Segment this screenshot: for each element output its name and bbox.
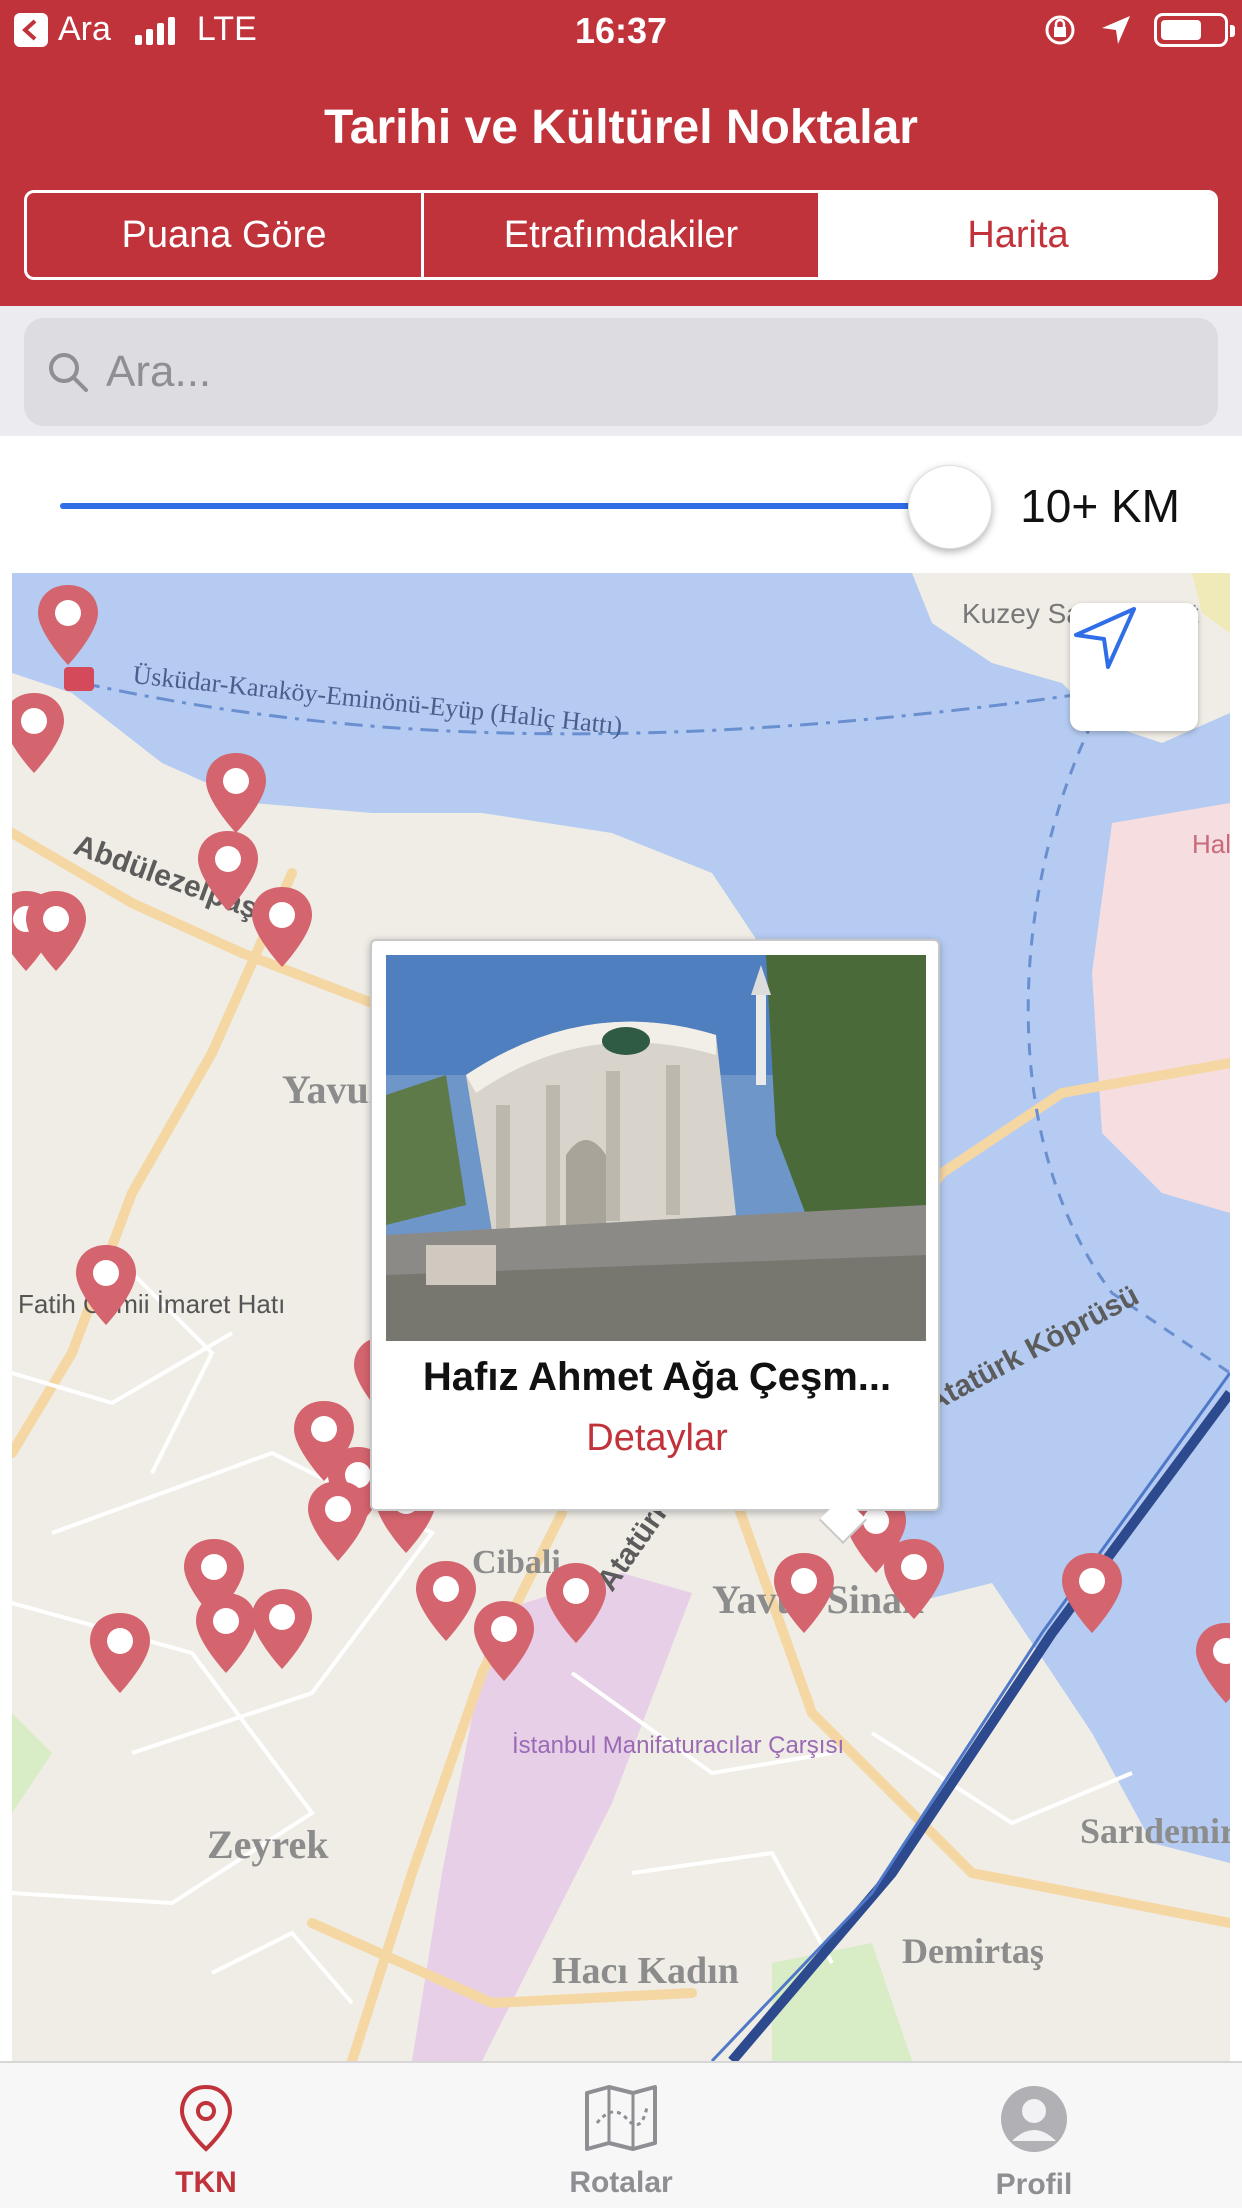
tab-bar: TKN Rotalar Profil xyxy=(0,2061,1242,2208)
map-pin-marker[interactable] xyxy=(22,887,90,975)
rotation-lock-icon xyxy=(1045,15,1075,45)
tab-harita[interactable]: Harita xyxy=(818,193,1215,277)
map-label-haci-kadin: Hacı Kadın xyxy=(552,1950,739,1992)
tab-etrafimdakiler[interactable]: Etrafımdakiler xyxy=(421,193,818,277)
battery-icon xyxy=(1154,13,1235,47)
map-label-demirtas: Demirtaş xyxy=(902,1931,1044,1971)
map-label-zeyrek: Zeyrek xyxy=(207,1822,329,1867)
map-pin-marker[interactable] xyxy=(248,883,316,971)
tab-profil-label: Profil xyxy=(995,2168,1073,2201)
map-label-halic-tersane: Haliç Tersane xyxy=(1192,829,1230,859)
tab-rotalar-label: Rotalar xyxy=(569,2166,673,2199)
tab-tkn-label: TKN xyxy=(175,2166,237,2199)
place-name: Hafız Ahmet Ağa Çeşm... xyxy=(422,1355,892,1399)
search-bar-container xyxy=(0,306,1242,436)
tab-tkn[interactable]: TKN xyxy=(56,2083,356,2200)
map-view[interactable]: Üsküdar-Karaköy-Eminönü-Eyüp (Haliç Hatt… xyxy=(12,573,1230,2061)
search-field[interactable] xyxy=(24,318,1218,426)
tab-profil[interactable]: Profil xyxy=(884,2083,1184,2202)
slider-track[interactable] xyxy=(60,503,950,509)
map-pin-marker[interactable] xyxy=(1192,1619,1230,1707)
map-label-manifaturacilar: İstanbul Manifaturacılar Çarşısı xyxy=(512,1732,844,1759)
status-bar: Ara LTE 16:37 xyxy=(0,0,1242,62)
map-pin-marker[interactable] xyxy=(470,1597,538,1685)
map-pin-marker[interactable] xyxy=(202,749,270,837)
details-link[interactable]: Detaylar xyxy=(372,1417,942,1460)
map-label-fatih: Fatih Camii İmaret Hatı xyxy=(18,1289,285,1319)
map-pin-marker[interactable] xyxy=(542,1559,610,1647)
map-pin-marker[interactable] xyxy=(72,1241,140,1329)
locate-me-button[interactable] xyxy=(1070,603,1198,731)
segmented-control: Puana Göre Etrafımdakiler Harita xyxy=(24,190,1218,280)
place-callout[interactable]: Hafız Ahmet Ağa Çeşm... Detaylar xyxy=(370,939,942,1545)
nav-header: Tarihi ve Kültürel Noktalar Puana Göre E… xyxy=(0,62,1242,306)
search-icon xyxy=(49,353,88,392)
place-photo xyxy=(386,955,926,1341)
route-map-icon xyxy=(585,2085,657,2151)
map-pin-marker[interactable] xyxy=(34,581,102,669)
map-label-saridemir: Sarıdemir xyxy=(1080,1811,1230,1851)
person-icon xyxy=(1001,2086,1067,2152)
map-pin-marker[interactable] xyxy=(248,1585,316,1673)
map-pin-marker[interactable] xyxy=(770,1549,838,1637)
tab-rotalar[interactable]: Rotalar xyxy=(471,2083,771,2200)
location-arrow-icon xyxy=(1102,16,1130,44)
map-pin-marker[interactable] xyxy=(1058,1549,1126,1637)
map-pin-marker[interactable] xyxy=(304,1477,372,1565)
map-pin-marker[interactable] xyxy=(12,689,68,777)
distance-slider-row: 10+ KM xyxy=(12,437,1230,573)
distance-label: 10+ KM xyxy=(1020,480,1180,532)
navigation-arrow-icon xyxy=(1074,607,1136,669)
map-pin-icon xyxy=(179,2084,233,2152)
slider-thumb[interactable] xyxy=(908,465,992,549)
map-pin-marker[interactable] xyxy=(880,1535,948,1623)
search-input[interactable] xyxy=(106,347,1106,397)
tab-puana-gore[interactable]: Puana Göre xyxy=(27,193,421,277)
page-title: Tarihi ve Kültürel Noktalar xyxy=(324,101,918,154)
map-pin-marker[interactable] xyxy=(86,1609,154,1697)
